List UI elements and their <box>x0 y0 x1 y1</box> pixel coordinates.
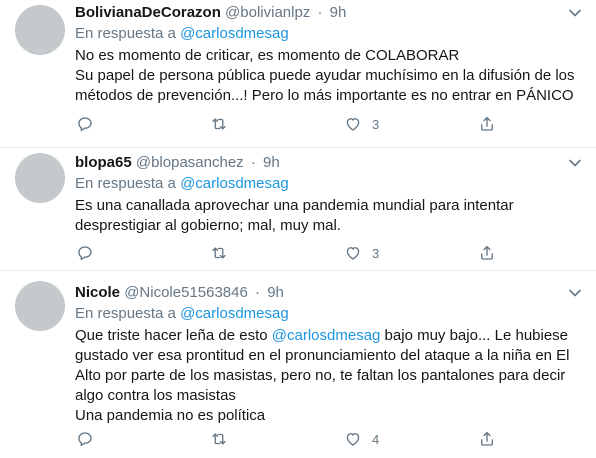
avatar[interactable] <box>15 281 65 331</box>
retweet-icon <box>212 247 226 259</box>
timestamp[interactable]: 9h <box>330 4 347 21</box>
reply-icon <box>78 432 92 447</box>
user-name[interactable]: BolivianaDeCorazon <box>75 4 221 21</box>
reply-prefix: En respuesta a <box>75 175 176 192</box>
like-button[interactable]: 3 <box>344 113 379 135</box>
tweet-text-line: Alto por parte de los masistas, pero no,… <box>75 367 566 384</box>
share-icon <box>481 116 493 131</box>
reply-icon <box>78 117 92 132</box>
heart-icon <box>346 118 360 131</box>
tweet[interactable]: blopa65 @blopasanchez · 9h En respuesta … <box>0 148 596 270</box>
tweet-text-line: Es una canallada aprovechar una pandemia… <box>75 197 514 214</box>
tweet-text-line: gustado ver esa prontitud en el pronunci… <box>75 347 570 364</box>
share-icon <box>481 431 493 446</box>
tweet-text-line: algo contra los masistas <box>75 387 236 404</box>
reply-context: En respuesta a @carlosdmesag <box>75 304 289 324</box>
heart-icon <box>346 247 360 260</box>
reply-mention-link[interactable]: @carlosdmesag <box>180 175 289 192</box>
like-count: 3 <box>372 245 380 261</box>
reply-mention-link[interactable]: @carlosdmesag <box>180 305 289 322</box>
share-button[interactable] <box>478 428 496 450</box>
reply-mention-link[interactable]: @carlosdmesag <box>180 25 289 42</box>
avatar[interactable] <box>15 153 65 203</box>
retweet-button[interactable] <box>210 242 228 264</box>
like-button[interactable]: 3 <box>344 242 379 264</box>
reply-context: En respuesta a @carlosdmesag <box>75 174 289 194</box>
user-handle[interactable]: @bolivianlpz <box>225 4 310 21</box>
reply-prefix: En respuesta a <box>75 305 176 322</box>
tweet-header: Nicole @Nicole51563846 · 9h <box>75 283 284 303</box>
tweet-text-line: desprestigiar al gobierno; mal, muy mal. <box>75 217 341 234</box>
retweet-button[interactable] <box>210 113 228 135</box>
retweet-icon <box>212 118 226 130</box>
tweet-text-line: Una pandemia no es política <box>75 407 266 424</box>
heart-icon <box>346 433 360 446</box>
user-handle[interactable]: @blopasanchez <box>136 154 244 171</box>
tweet-actions: 3 <box>72 113 502 135</box>
reply-button[interactable] <box>76 113 94 135</box>
separator-dot: · <box>255 284 261 301</box>
tweet-text: Que triste hacer leña de esto @carlosdme… <box>75 326 585 426</box>
reply-prefix: En respuesta a <box>75 25 176 42</box>
like-count: 3 <box>372 116 380 132</box>
avatar[interactable] <box>15 5 65 55</box>
like-count: 4 <box>372 431 380 447</box>
chevron-down-icon[interactable] <box>568 156 582 170</box>
tweet-text: No es momento de criticar, es momento de… <box>75 46 585 106</box>
user-name[interactable]: blopa65 <box>75 154 132 171</box>
tweet-text-line: No es momento de criticar, es momento de… <box>75 47 460 64</box>
chevron-down-icon[interactable] <box>568 286 582 300</box>
mention-link[interactable]: @carlosdmesag <box>272 327 381 344</box>
share-icon <box>481 245 493 260</box>
tweet-text: Es una canallada aprovechar una pandemia… <box>75 196 585 236</box>
timestamp[interactable]: 9h <box>263 154 280 171</box>
tweet[interactable]: Nicole @Nicole51563846 · 9h En respuesta… <box>0 271 596 458</box>
retweet-icon <box>212 433 226 445</box>
separator-dot: · <box>250 154 256 171</box>
tweet-actions: 3 <box>72 242 502 264</box>
tweet-header: BolivianaDeCorazon @bolivianlpz · 9h <box>75 3 346 23</box>
user-handle[interactable]: @Nicole51563846 <box>124 284 248 301</box>
retweet-button[interactable] <box>210 428 228 450</box>
tweet-text-line: métodos de prevención...! Pero lo más im… <box>75 87 574 104</box>
like-button[interactable]: 4 <box>344 428 379 450</box>
tweet-text-line: Que triste hacer leña de esto @carlosdme… <box>75 326 585 346</box>
reply-context: En respuesta a @carlosdmesag <box>75 24 289 44</box>
timestamp[interactable]: 9h <box>267 284 284 301</box>
tweet-actions: 4 <box>72 428 502 450</box>
reply-button[interactable] <box>76 242 94 264</box>
reply-button[interactable] <box>76 428 94 450</box>
share-button[interactable] <box>478 113 496 135</box>
user-name[interactable]: Nicole <box>75 284 120 301</box>
text-fragment: Que triste hacer leña de esto <box>75 327 272 344</box>
separator-dot: · <box>317 4 323 21</box>
chevron-down-icon[interactable] <box>568 6 582 20</box>
share-button[interactable] <box>478 242 496 264</box>
tweet-text-line: Su papel de persona pública puede ayudar… <box>75 67 575 84</box>
reply-icon <box>78 246 92 261</box>
tweet[interactable]: BolivianaDeCorazon @bolivianlpz · 9h En … <box>0 0 596 148</box>
tweet-header: blopa65 @blopasanchez · 9h <box>75 153 280 173</box>
text-fragment: bajo muy bajo... Le hubiese <box>380 327 569 344</box>
